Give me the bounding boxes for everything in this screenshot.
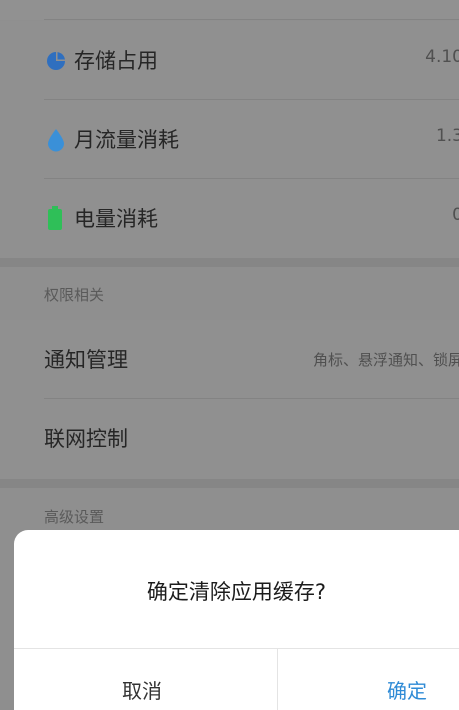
- notification-row[interactable]: 通知管理 角标、悬浮通知、锁屏: [0, 320, 459, 399]
- dialog-title: 确定清除应用缓存?: [146, 580, 327, 604]
- previous-row-partial: [0, 0, 459, 20]
- network-row[interactable]: 联网控制: [0, 399, 459, 479]
- battery-row[interactable]: 电量消耗 0: [0, 179, 459, 258]
- water-drop-icon: [47, 128, 65, 156]
- battery-label: 电量消耗: [74, 207, 158, 231]
- network-label: 联网控制: [44, 427, 128, 451]
- dialog-divider: [14, 648, 459, 649]
- storage-row[interactable]: 存储占用 4.10: [0, 21, 459, 100]
- notification-value: 角标、悬浮通知、锁屏: [312, 351, 459, 369]
- battery-value: 0: [452, 205, 459, 225]
- traffic-row[interactable]: 月流量消耗 1.3: [0, 100, 459, 179]
- section-gap: [0, 479, 459, 488]
- advanced-section-title: 高级设置: [44, 508, 105, 526]
- button-divider: [277, 648, 278, 710]
- notification-label: 通知管理: [44, 348, 128, 372]
- battery-icon: [48, 206, 62, 234]
- storage-label: 存储占用: [74, 49, 158, 73]
- section-gap: [0, 258, 459, 267]
- permissions-section-title: 权限相关: [44, 286, 105, 304]
- traffic-value: 1.3: [435, 126, 459, 146]
- storage-value: 4.10: [425, 47, 459, 67]
- clear-cache-dialog: 确定清除应用缓存? 取消 确定: [14, 530, 459, 710]
- pie-chart-icon: [46, 51, 66, 75]
- traffic-label: 月流量消耗: [74, 128, 179, 152]
